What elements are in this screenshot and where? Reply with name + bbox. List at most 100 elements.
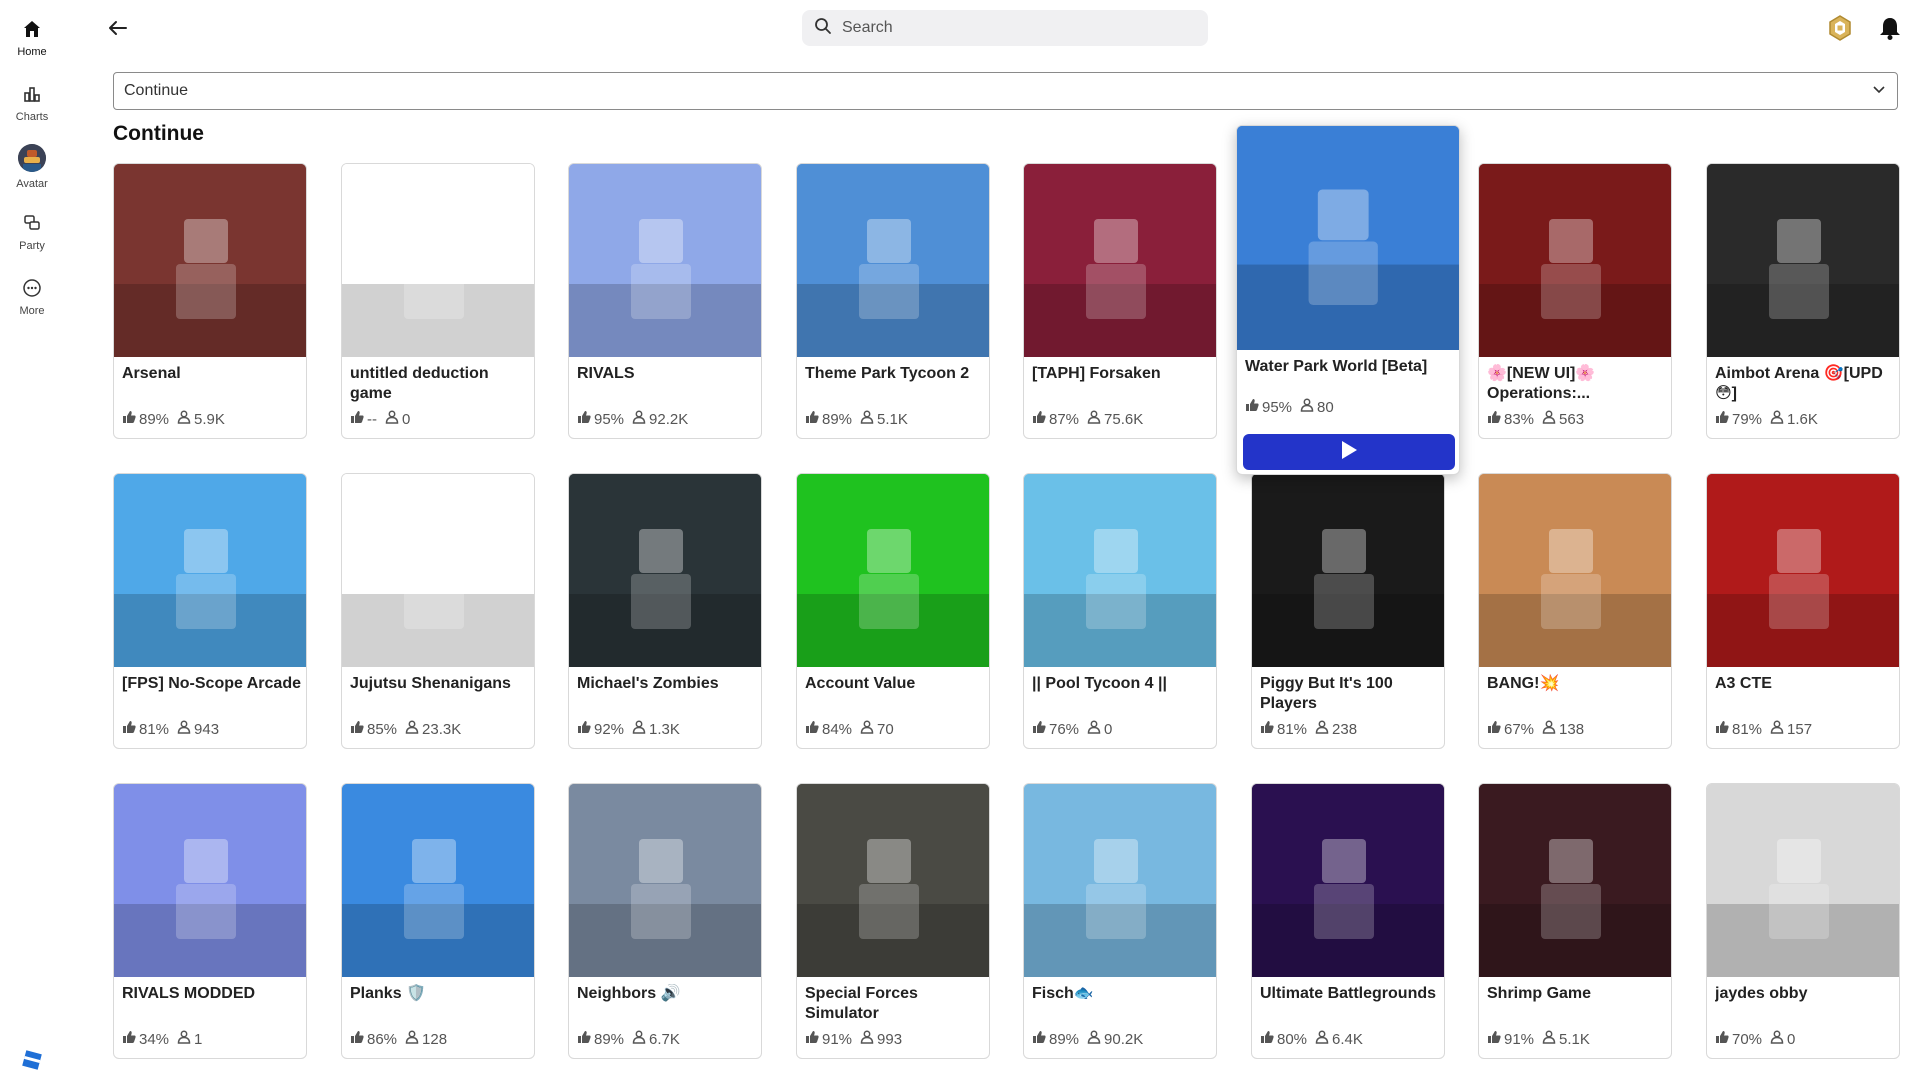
game-tile[interactable]: jaydes obby 70% 0	[1706, 783, 1900, 1059]
thumbs-up-icon	[350, 720, 367, 738]
game-tile[interactable]: Shrimp Game 91% 5.1K	[1478, 783, 1672, 1059]
robux-icon	[1826, 15, 1854, 46]
game-thumbnail[interactable]	[1479, 474, 1671, 667]
game-thumbnail[interactable]	[114, 474, 306, 667]
game-tile[interactable]: Special Forces Simulator 91% 993	[796, 783, 990, 1059]
bell-icon	[1876, 18, 1904, 46]
game-tile[interactable]: [TAPH] Forsaken 87% 75.6K	[1023, 163, 1217, 439]
roblox-logo-icon[interactable]	[22, 1050, 42, 1070]
nav-party[interactable]: Party	[0, 212, 64, 252]
game-tile[interactable]: Aimbot Arena 🎯[UPD😳] 79% 1.6K	[1706, 163, 1900, 439]
thumbs-up-icon	[1260, 1030, 1277, 1048]
game-tile[interactable]: Piggy But It's 100 Players 81% 238	[1251, 473, 1445, 749]
game-tile[interactable]: Account Value 84% 70	[796, 473, 990, 749]
game-tile[interactable]: A3 CTE 81% 157	[1706, 473, 1900, 749]
player-count: 1.3K	[649, 720, 680, 738]
notifications-button[interactable]	[1876, 14, 1904, 42]
filter-dropdown[interactable]: Continue	[113, 72, 1898, 110]
players-icon	[177, 720, 194, 738]
game-thumbnail[interactable]	[1237, 126, 1459, 350]
game-thumbnail[interactable]	[342, 474, 534, 667]
game-thumbnail[interactable]	[569, 164, 761, 357]
game-thumbnail[interactable]	[1479, 164, 1671, 357]
game-tile[interactable]: || Pool Tycoon 4 || 76% 0	[1023, 473, 1217, 749]
game-title: BANG!💥	[1487, 675, 1560, 692]
game-title: Ultimate Battlegrounds	[1260, 985, 1437, 1002]
robux-button[interactable]	[1826, 14, 1854, 42]
players-icon	[1087, 720, 1104, 738]
search-bar[interactable]	[802, 10, 1208, 46]
nav-charts[interactable]: Charts	[0, 83, 64, 123]
game-stats: 89% 90.2K	[1032, 1030, 1143, 1048]
game-thumbnail[interactable]	[1252, 474, 1444, 667]
game-stats: 91% 993	[805, 1030, 902, 1048]
play-button[interactable]	[1243, 434, 1455, 470]
game-tile[interactable]: Jujutsu Shenanigans 85% 23.3K	[341, 473, 535, 749]
game-thumbnail[interactable]	[1479, 784, 1671, 977]
game-tile[interactable]: 🌸[NEW UI]🌸Operations:... 83% 563	[1478, 163, 1672, 439]
section-title: Continue	[113, 122, 204, 145]
game-stats: 70% 0	[1715, 1030, 1795, 1048]
player-count: 92.2K	[649, 410, 689, 428]
thumbs-up-icon	[577, 1030, 594, 1048]
game-title: Fisch🐟	[1032, 985, 1094, 1002]
game-title: Piggy But It's 100 Players	[1260, 675, 1393, 712]
game-stats: 81% 157	[1715, 720, 1812, 738]
game-thumbnail[interactable]	[797, 474, 989, 667]
back-button[interactable]	[104, 14, 132, 42]
game-tile[interactable]: Michael's Zombies 92% 1.3K	[568, 473, 762, 749]
game-stats: 89% 5.1K	[805, 410, 908, 428]
game-thumbnail[interactable]	[342, 164, 534, 357]
rating-value: 70%	[1732, 1030, 1763, 1048]
game-thumbnail[interactable]	[342, 784, 534, 977]
nav-avatar[interactable]: Avatar	[0, 144, 64, 190]
game-thumbnail[interactable]	[1707, 164, 1899, 357]
game-tile[interactable]: BANG!💥 67% 138	[1478, 473, 1672, 749]
game-title: RIVALS MODDED	[122, 985, 256, 1002]
game-stats: 95% 80	[1245, 398, 1334, 416]
thumbs-up-icon	[577, 410, 594, 428]
game-tile[interactable]: Fisch🐟 89% 90.2K	[1023, 783, 1217, 1059]
game-title: 🌸[NEW UI]🌸Operations:...	[1487, 365, 1596, 402]
game-thumbnail[interactable]	[1024, 474, 1216, 667]
thumbs-up-icon	[122, 410, 139, 428]
game-tile[interactable]: untitled deduction game -- 0	[341, 163, 535, 439]
game-thumbnail[interactable]	[1024, 784, 1216, 977]
game-tile[interactable]: [FPS] No-Scope Arcade 81% 943	[113, 473, 307, 749]
game-thumbnail[interactable]	[569, 474, 761, 667]
thumbs-up-icon	[1032, 410, 1049, 428]
game-title: Michael's Zombies	[577, 675, 719, 692]
game-tile[interactable]: Planks 🛡️ 86% 128	[341, 783, 535, 1059]
game-thumbnail[interactable]	[1024, 164, 1216, 357]
player-count: 6.4K	[1332, 1030, 1363, 1048]
nav-home[interactable]: Home	[0, 18, 64, 58]
game-thumbnail[interactable]	[797, 784, 989, 977]
game-thumbnail[interactable]	[114, 784, 306, 977]
game-stats: 83% 563	[1487, 410, 1584, 428]
game-thumbnail[interactable]	[1707, 784, 1899, 977]
game-tile[interactable]: Theme Park Tycoon 2 89% 5.1K	[796, 163, 990, 439]
game-title: untitled deduction game	[350, 365, 489, 402]
game-stats: 86% 128	[350, 1030, 447, 1048]
filter-selected-value: Continue	[124, 82, 189, 99]
game-tile[interactable]: RIVALS 95% 92.2K	[568, 163, 762, 439]
rating-value: 95%	[594, 410, 625, 428]
game-thumbnail[interactable]	[1707, 474, 1899, 667]
thumbs-up-icon	[350, 1030, 367, 1048]
nav-more[interactable]: More	[0, 277, 64, 317]
game-thumbnail[interactable]	[1252, 784, 1444, 977]
game-thumbnail[interactable]	[569, 784, 761, 977]
thumbs-up-icon	[577, 720, 594, 738]
game-tile[interactable]: Arsenal 89% 5.9K	[113, 163, 307, 439]
search-input[interactable]	[842, 19, 1182, 37]
game-thumbnail[interactable]	[797, 164, 989, 357]
game-tile[interactable]: Neighbors 🔊 89% 6.7K	[568, 783, 762, 1059]
game-stats: 81% 943	[122, 720, 219, 738]
rating-value: 89%	[594, 1030, 625, 1048]
game-thumbnail[interactable]	[114, 164, 306, 357]
game-tile[interactable]: Water Park World [Beta] 95% 80	[1236, 125, 1460, 475]
game-tile[interactable]: RIVALS MODDED 34% 1	[113, 783, 307, 1059]
game-tile[interactable]: Ultimate Battlegrounds 80% 6.4K	[1251, 783, 1445, 1059]
player-count: 128	[422, 1030, 448, 1048]
rating-value: 92%	[594, 720, 625, 738]
